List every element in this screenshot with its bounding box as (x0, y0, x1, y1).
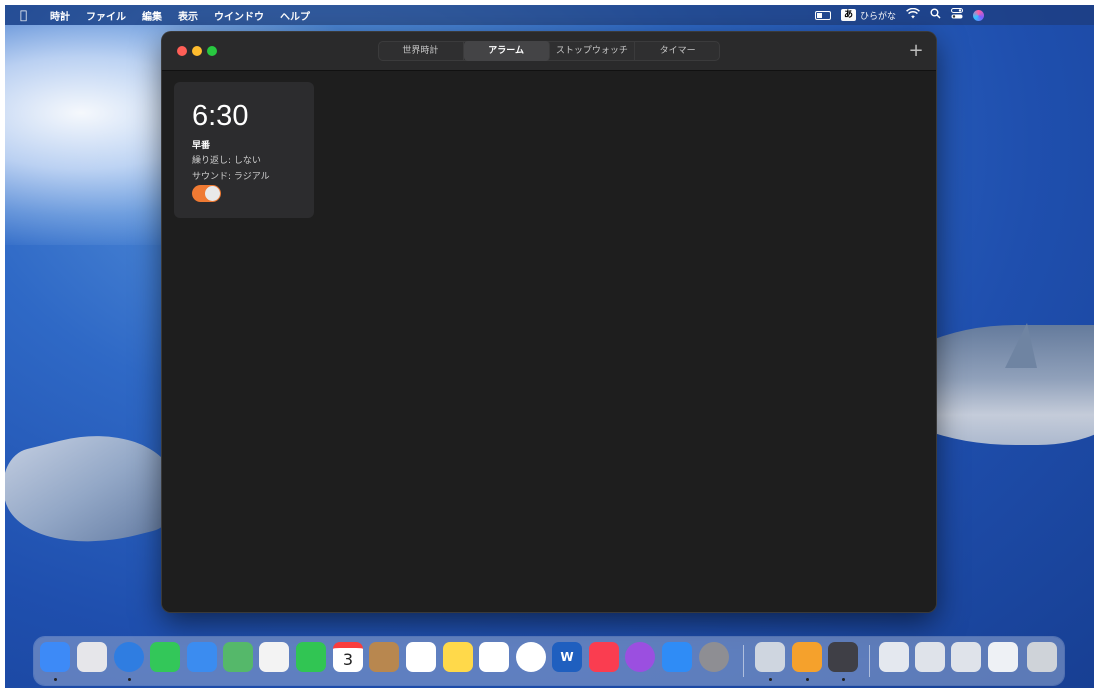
tab-world-clock[interactable]: 世界時計 (378, 41, 464, 61)
clock-window: 世界時計 アラーム ストップウォッチ タイマー + 6:30 早番 繰り返し: … (162, 32, 936, 612)
dock-downloads-stack-icon[interactable] (879, 642, 909, 672)
dock-facetime-icon[interactable] (296, 642, 326, 672)
minimize-button[interactable] (192, 46, 202, 56)
battery-icon[interactable] (814, 10, 831, 20)
dock-document-stack-icon[interactable] (988, 642, 1018, 672)
menu-view[interactable]: 表示 (178, 8, 198, 23)
add-alarm-button[interactable]: + (907, 41, 925, 61)
dock-podcasts-icon[interactable] (625, 642, 655, 672)
dock-system-settings-icon[interactable] (699, 642, 729, 672)
dolphin-left (5, 416, 186, 564)
dock-running-indicator (806, 678, 809, 681)
tab-bar: 世界時計 アラーム ストップウォッチ タイマー (378, 41, 720, 61)
dock-calendar-icon[interactable]: 3 (333, 642, 363, 672)
dock-shortcuts-icon[interactable] (828, 642, 858, 672)
dolphin-fin (1005, 323, 1037, 368)
dock-maps-icon[interactable] (223, 642, 253, 672)
alarm-toggle[interactable] (192, 185, 221, 202)
dock-chrome-icon[interactable] (516, 642, 546, 672)
alarm-time: 6:30 (192, 100, 249, 132)
dock-separator (743, 645, 744, 677)
dock-app-store-icon[interactable] (662, 642, 692, 672)
apple-icon[interactable]:  (20, 8, 32, 22)
dock-freeform-icon[interactable] (479, 642, 509, 672)
alarm-sound: サウンド: ラジアル (192, 172, 270, 182)
tab-timer[interactable]: タイマー (635, 41, 720, 61)
wifi-icon[interactable] (906, 7, 920, 22)
close-button[interactable] (177, 46, 187, 56)
dock-trash-icon[interactable] (1027, 642, 1057, 672)
alarm-list: 6:30 早番 繰り返し: しない サウンド: ラジアル (162, 71, 936, 612)
dock-preview-icon[interactable] (755, 642, 785, 672)
dock-reminders-icon[interactable] (406, 642, 436, 672)
menu-bar:  時計 ファイル 編集 表示 ウインドウ ヘルプ あ ひらがな (5, 5, 1094, 25)
control-center-icon[interactable] (951, 8, 963, 22)
search-icon[interactable] (930, 8, 941, 22)
dock-photos-icon[interactable] (259, 642, 289, 672)
input-method-icon[interactable]: あ (840, 9, 856, 21)
alarm-repeat: 繰り返し: しない (192, 156, 261, 166)
dock: 3W (34, 637, 1064, 685)
menu-help[interactable]: ヘルプ (280, 8, 310, 23)
dock-contacts-icon[interactable] (369, 642, 399, 672)
alarm-card[interactable]: 6:30 早番 繰り返し: しない サウンド: ラジアル (174, 82, 314, 218)
zoom-button[interactable] (207, 46, 217, 56)
dock-screenshot-stack-icon[interactable] (915, 642, 945, 672)
dock-finder-icon[interactable] (40, 642, 70, 672)
dock-messages-icon[interactable] (150, 642, 180, 672)
dock-running-indicator (128, 678, 131, 681)
siri-icon[interactable] (973, 9, 984, 21)
dock-safari-icon[interactable] (114, 642, 144, 672)
menu-window[interactable]: ウインドウ (214, 8, 264, 23)
dock-notes-icon[interactable] (443, 642, 473, 672)
input-method-label[interactable]: ひらがな (860, 9, 896, 22)
dock-running-indicator (769, 678, 772, 681)
alarm-label: 早番 (192, 141, 211, 151)
dock-mail-icon[interactable] (187, 642, 217, 672)
menu-file[interactable]: ファイル (86, 8, 126, 23)
dock-word-icon[interactable]: W (552, 642, 582, 672)
dock-launchpad-icon[interactable] (77, 642, 107, 672)
dock-file-stack-icon[interactable] (951, 642, 981, 672)
menu-app-name[interactable]: 時計 (50, 8, 70, 23)
dock-running-indicator (54, 678, 57, 681)
dock-running-indicator (842, 678, 845, 681)
title-bar: 世界時計 アラーム ストップウォッチ タイマー + (162, 32, 936, 71)
tab-alarm[interactable]: アラーム (463, 41, 550, 61)
dock-separator (869, 645, 870, 677)
dock-music-icon[interactable] (589, 642, 619, 672)
dock-pages-icon[interactable] (792, 642, 822, 672)
tab-stopwatch[interactable]: ストップウォッチ (550, 41, 636, 61)
toggle-knob (205, 186, 220, 201)
menu-edit[interactable]: 編集 (142, 8, 162, 23)
